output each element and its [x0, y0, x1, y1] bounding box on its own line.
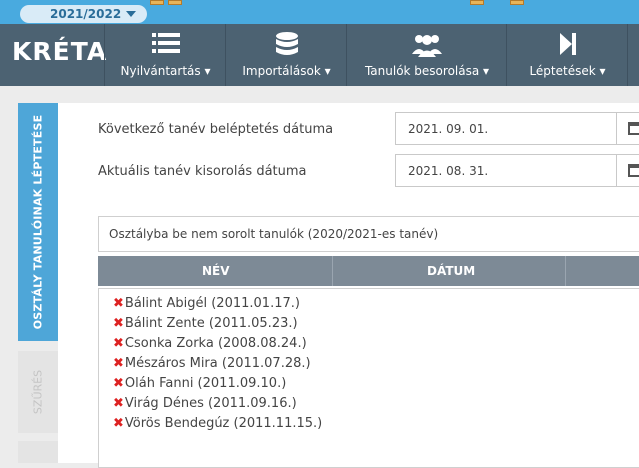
- nav-nyilvantartas[interactable]: Nyilvántartás ▾: [104, 24, 226, 86]
- source-class-value: Osztályba be nem sorolt tanulók (2020/20…: [109, 227, 439, 241]
- tab-label: SZŰRÉS: [31, 369, 45, 415]
- list-item[interactable]: ✖Bálint Abigél (2011.01.17.): [113, 296, 300, 311]
- current-year-date-value: 2021. 08. 31.: [408, 164, 489, 178]
- notification-icon[interactable]: [470, 0, 484, 5]
- nav-tanulok-besorolasa[interactable]: Tanulók besorolása ▾: [346, 24, 507, 86]
- list-icon: [151, 32, 180, 58]
- column-divider: [332, 256, 333, 286]
- next-year-date-label: Következő tanév beléptetés dátuma: [98, 122, 334, 137]
- message-icon[interactable]: [510, 0, 524, 5]
- field-divider: [616, 155, 617, 186]
- flag-icon[interactable]: [150, 0, 164, 5]
- field-divider: [616, 113, 617, 144]
- remove-icon[interactable]: ✖: [113, 316, 124, 331]
- remove-icon[interactable]: ✖: [113, 336, 124, 351]
- school-year-value: 2021/2022: [50, 7, 122, 21]
- nav-label: Importálások ▾: [242, 64, 331, 78]
- list-item[interactable]: ✖Vörös Bendegúz (2011.11.15.): [113, 416, 322, 431]
- tab-label: OSZTÁLY TANULÓINAK LÉPTETÉSE: [31, 114, 45, 330]
- step-forward-icon: [559, 32, 577, 60]
- kreta-logo[interactable]: KRÉTA: [12, 37, 107, 66]
- list-item[interactable]: ✖Mészáros Mira (2011.07.28.): [113, 356, 311, 371]
- tab-szures[interactable]: SZŰRÉS: [18, 351, 58, 433]
- student-list: ✖Bálint Abigél (2011.01.17.) ✖Bálint Zen…: [98, 288, 639, 468]
- main-navbar: KRÉTA Nyilvántartás ▾ Importálások ▾ Tan…: [0, 24, 639, 86]
- school-year-select[interactable]: 2021/2022: [20, 5, 147, 23]
- nav-label: Nyilvántartás ▾: [120, 64, 211, 78]
- main-panel: Következő tanév beléptetés dátuma 2021. …: [58, 103, 639, 468]
- nav-leptetesek[interactable]: Léptetések ▾: [506, 24, 628, 86]
- nav-label: Tanulók besorolása ▾: [364, 64, 490, 78]
- remove-icon[interactable]: ✖: [113, 416, 124, 431]
- top-strip: 2021/2022: [0, 0, 639, 24]
- calendar-icon[interactable]: [628, 122, 639, 135]
- current-year-date-field[interactable]: 2021. 08. 31.: [395, 154, 639, 187]
- nav-importalasok[interactable]: Importálások ▾: [225, 24, 347, 86]
- remove-icon[interactable]: ✖: [113, 296, 124, 311]
- tab-extra[interactable]: [18, 441, 58, 463]
- remove-icon[interactable]: ✖: [113, 396, 124, 411]
- column-divider: [565, 256, 566, 286]
- list-item[interactable]: ✖Csonka Zorka (2008.08.24.): [113, 336, 307, 351]
- table-header: NÉV DÁTUM: [98, 256, 639, 286]
- remove-icon[interactable]: ✖: [113, 376, 124, 391]
- flag-icon[interactable]: [168, 0, 182, 5]
- users-icon: [411, 32, 443, 62]
- nav-more[interactable]: [627, 24, 639, 86]
- list-item[interactable]: ✖Oláh Fanni (2011.09.10.): [113, 376, 286, 391]
- column-header-date[interactable]: DÁTUM: [427, 264, 475, 278]
- database-icon: [275, 32, 299, 62]
- remove-icon[interactable]: ✖: [113, 356, 124, 371]
- tab-osztaly-tanuloinak-leptetese[interactable]: OSZTÁLY TANULÓINAK LÉPTETÉSE: [18, 103, 58, 341]
- list-item[interactable]: ✖Virág Dénes (2011.09.16.): [113, 396, 297, 411]
- nav-label: Léptetések ▾: [529, 64, 606, 78]
- current-year-date-label: Aktuális tanév kisorolás dátuma: [98, 164, 307, 179]
- column-header-name[interactable]: NÉV: [202, 264, 230, 278]
- list-item[interactable]: ✖Bálint Zente (2011.05.23.): [113, 316, 298, 331]
- next-year-date-field[interactable]: 2021. 09. 01.: [395, 112, 639, 145]
- next-year-date-value: 2021. 09. 01.: [408, 122, 489, 136]
- chevron-down-icon: [126, 11, 136, 17]
- calendar-icon[interactable]: [628, 164, 639, 177]
- source-class-select[interactable]: Osztályba be nem sorolt tanulók (2020/20…: [98, 216, 639, 252]
